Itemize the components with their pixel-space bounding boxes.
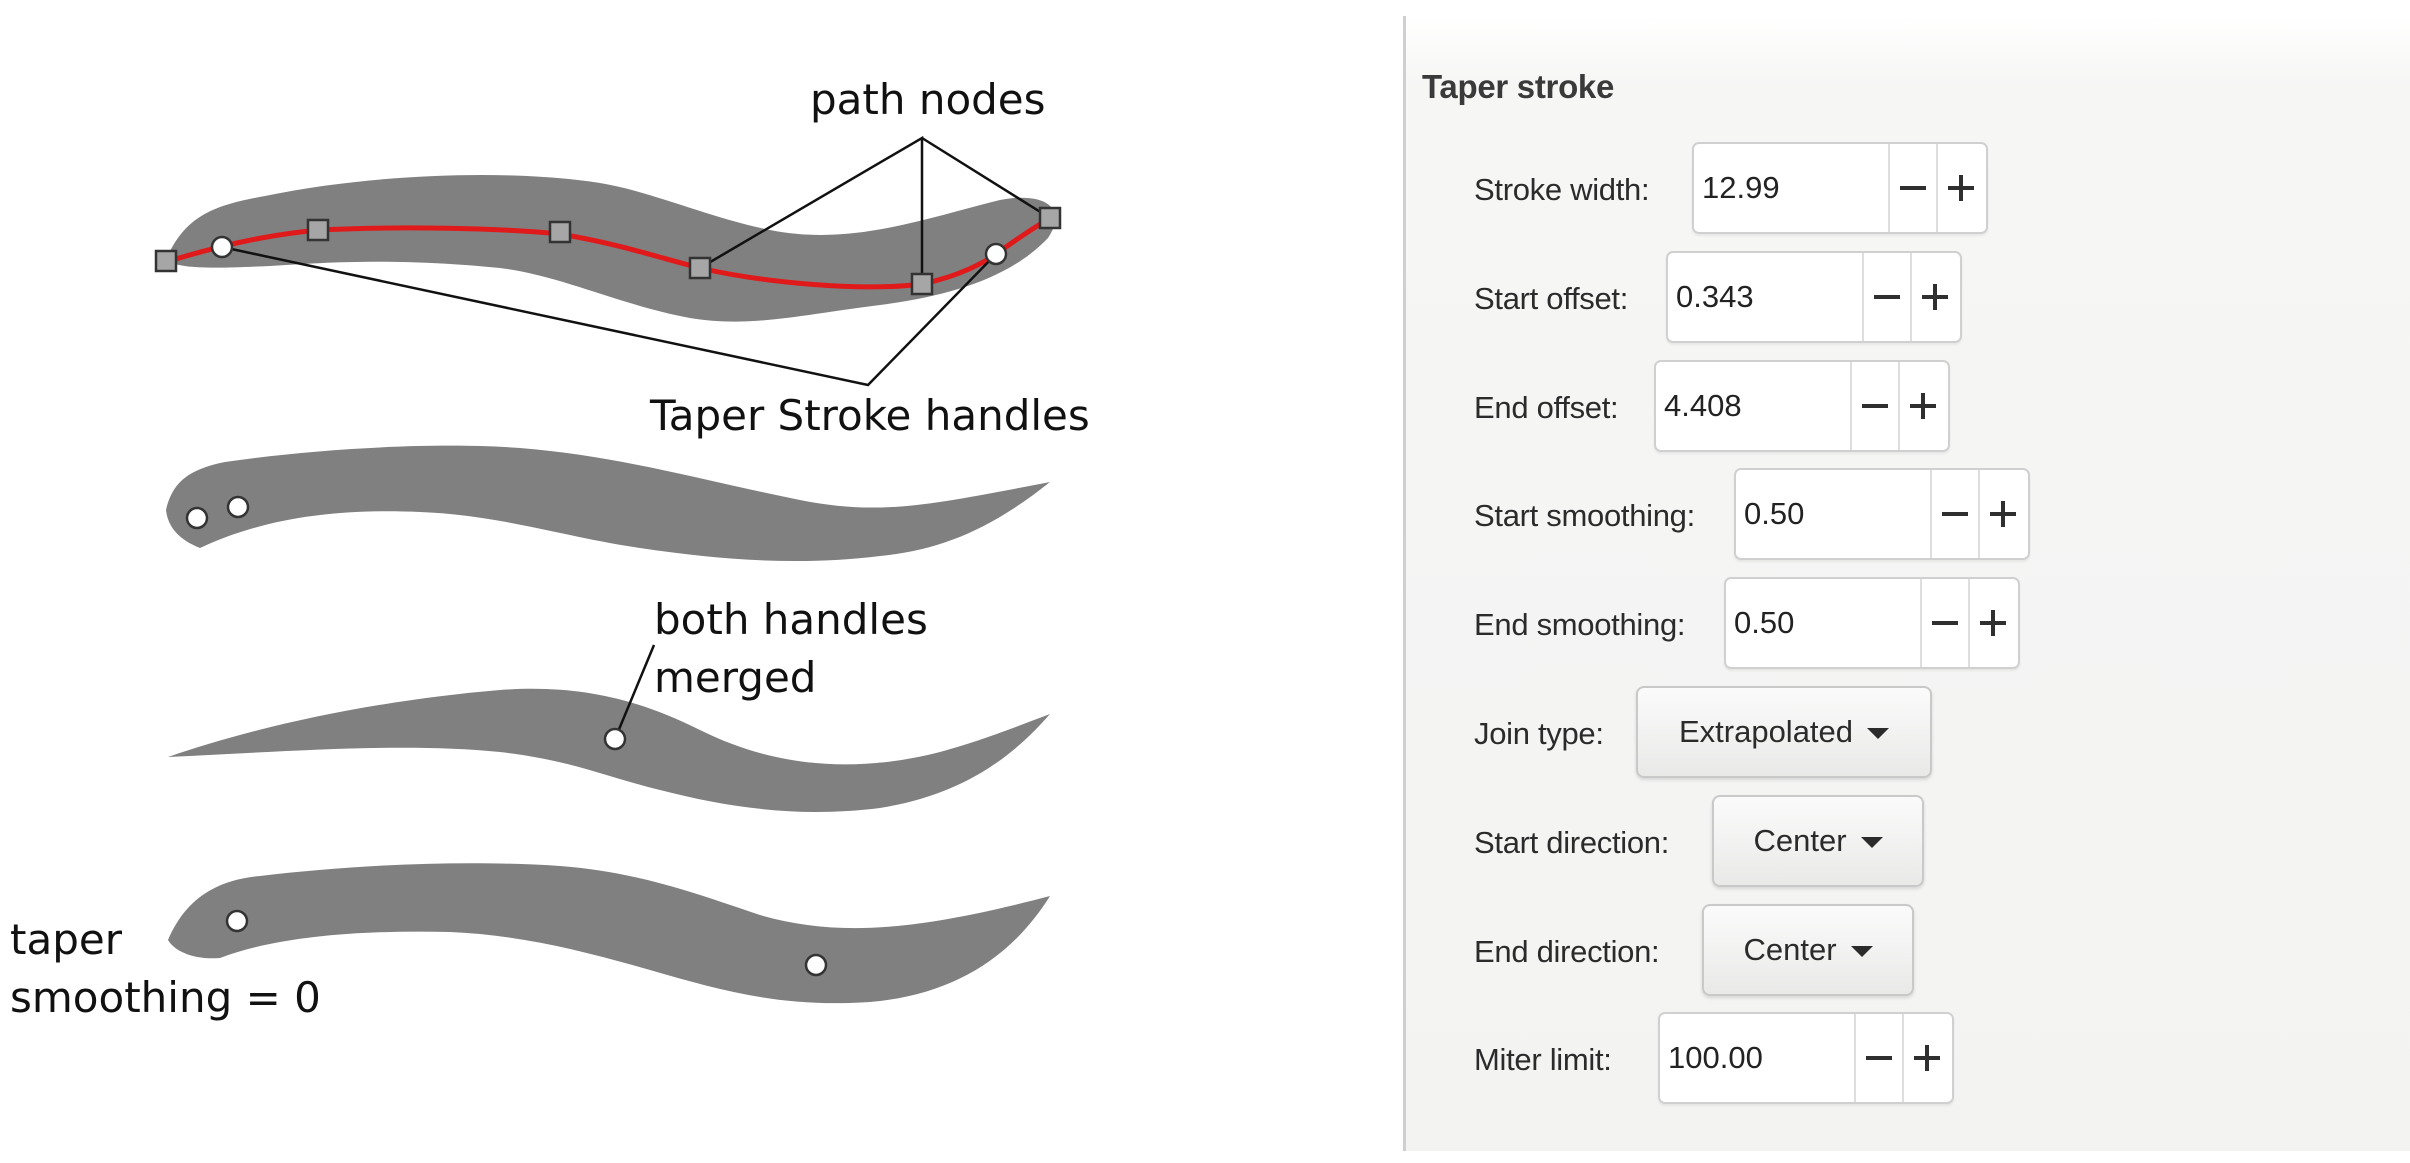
taper-handle[interactable] [804, 953, 828, 977]
end-smoothing-label: End smoothing: [1474, 607, 1686, 642]
start-offset-increment-button[interactable] [1912, 253, 1958, 341]
stroke-width-label: Stroke width: [1474, 172, 1650, 207]
tapered-shape-3 [168, 688, 1050, 812]
minus-icon [1862, 404, 1888, 408]
start-offset-decrement-button[interactable] [1864, 253, 1912, 341]
label-smoothing-zero: smoothing = 0 [10, 973, 321, 1022]
taper-handle[interactable] [984, 242, 1008, 266]
start-offset-input[interactable] [1668, 253, 1864, 341]
label-taper: taper [10, 915, 123, 964]
end-smoothing-decrement-button[interactable] [1922, 579, 1970, 667]
start-offset-spinbox[interactable] [1666, 251, 1962, 343]
join-type-dropdown[interactable]: Extrapolated [1636, 686, 1932, 778]
taper-handle[interactable] [185, 506, 209, 530]
label-taper-handles: Taper Stroke handles [649, 391, 1090, 440]
chevron-down-icon [1867, 728, 1890, 739]
end-smoothing-input[interactable] [1726, 579, 1922, 667]
tapered-shape-2 [166, 445, 1050, 562]
plus-icon [1980, 610, 2006, 636]
start-smoothing-label: Start smoothing: [1474, 498, 1695, 533]
miter-limit-label: Miter limit: [1474, 1042, 1612, 1077]
minus-icon [1866, 1056, 1892, 1060]
minus-icon [1874, 295, 1900, 299]
label-merged: merged [654, 653, 816, 702]
end-offset-label: End offset: [1474, 390, 1619, 425]
minus-icon [1942, 512, 1968, 516]
plus-icon [1910, 393, 1936, 419]
end-direction-value: Center [1743, 932, 1837, 967]
end-smoothing-spinbox[interactable] [1724, 577, 2020, 669]
path-node[interactable] [1038, 206, 1062, 230]
taper-handle[interactable] [226, 495, 250, 519]
stroke-width-increment-button[interactable] [1938, 144, 1984, 232]
path-node[interactable] [154, 249, 178, 273]
merged-handle[interactable] [603, 727, 627, 751]
minus-icon [1932, 621, 1958, 625]
end-direction-dropdown[interactable]: Center [1702, 904, 1914, 996]
panel-title: Taper stroke [1422, 68, 1615, 105]
label-path-nodes: path nodes [810, 75, 1046, 124]
end-direction-label: End direction: [1474, 934, 1660, 969]
miter-limit-input[interactable] [1660, 1014, 1856, 1102]
miter-limit-spinbox[interactable] [1658, 1012, 1954, 1104]
path-node[interactable] [548, 220, 572, 244]
start-smoothing-spinbox[interactable] [1734, 468, 2030, 560]
chevron-down-icon [1860, 837, 1883, 848]
start-smoothing-decrement-button[interactable] [1932, 470, 1980, 558]
taper-handle[interactable] [210, 235, 234, 259]
plus-icon [1990, 501, 2016, 527]
start-smoothing-input[interactable] [1736, 470, 1932, 558]
start-direction-value: Center [1753, 823, 1847, 858]
taper-stroke-illustration: path nodes Taper Stroke handles both han… [10, 75, 1090, 1022]
join-type-label: Join type: [1474, 716, 1604, 751]
end-offset-increment-button[interactable] [1900, 362, 1946, 450]
stroke-width-decrement-button[interactable] [1890, 144, 1938, 232]
stroke-width-spinbox[interactable] [1692, 142, 1988, 234]
end-offset-input[interactable] [1656, 362, 1852, 450]
end-offset-decrement-button[interactable] [1852, 362, 1900, 450]
path-node[interactable] [306, 218, 330, 242]
chevron-down-icon [1850, 946, 1873, 957]
plus-icon [1914, 1045, 1940, 1071]
start-direction-dropdown[interactable]: Center [1712, 795, 1924, 887]
minus-icon [1900, 186, 1926, 190]
miter-limit-increment-button[interactable] [1904, 1014, 1950, 1102]
miter-limit-decrement-button[interactable] [1856, 1014, 1904, 1102]
start-direction-label: Start direction: [1474, 825, 1670, 860]
path-node[interactable] [910, 272, 934, 296]
plus-icon [1922, 284, 1948, 310]
start-offset-label: Start offset: [1474, 281, 1629, 316]
end-smoothing-increment-button[interactable] [1970, 579, 2016, 667]
path-node[interactable] [688, 256, 712, 280]
taper-handle[interactable] [225, 909, 249, 933]
end-offset-spinbox[interactable] [1654, 360, 1950, 452]
join-type-value: Extrapolated [1678, 714, 1854, 749]
start-smoothing-increment-button[interactable] [1980, 470, 2026, 558]
taper-stroke-panel: Taper stroke Stroke width: Start offset:… [1403, 16, 2410, 1151]
plus-icon [1948, 175, 1974, 201]
stroke-width-input[interactable] [1694, 144, 1890, 232]
label-both-handles: both handles [654, 595, 928, 644]
